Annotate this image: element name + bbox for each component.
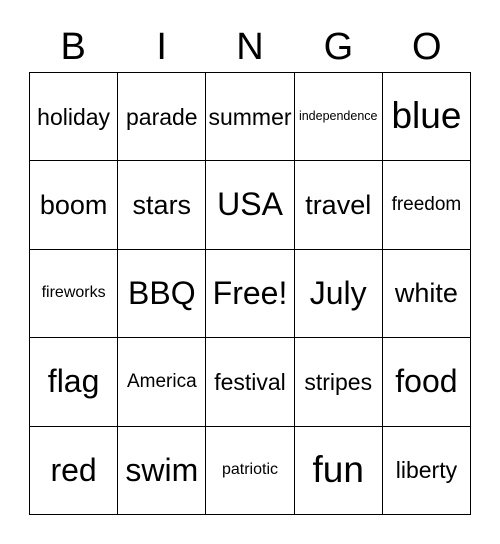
bingo-header-letter-o: O: [412, 26, 442, 68]
bingo-cell-label: liberty: [395, 457, 458, 484]
bingo-cell-label: stars: [132, 189, 192, 220]
bingo-cell-label: festival: [214, 368, 286, 395]
bingo-cell-label: fireworks: [41, 284, 106, 302]
bingo-row-5: red swim patriotic fun liberty: [30, 426, 472, 516]
bingo-cell-label: white: [394, 278, 458, 309]
bingo-cell-b3[interactable]: fireworks: [30, 249, 119, 339]
bingo-header-letter-i: I: [156, 26, 167, 68]
bingo-header-letter-b: B: [60, 26, 86, 68]
bingo-cell-label: stripes: [304, 368, 373, 395]
bingo-cell-b1[interactable]: holiday: [30, 73, 119, 162]
bingo-cell-o2[interactable]: freedom: [382, 161, 472, 250]
bingo-cell-n5[interactable]: patriotic: [206, 426, 295, 516]
bingo-cell-label: food: [395, 363, 458, 400]
bingo-cell-label: summer: [208, 103, 292, 130]
bingo-cell-b5[interactable]: red: [30, 426, 119, 516]
bingo-cell-label: holiday: [37, 103, 111, 130]
bingo-cell-label: parade: [125, 103, 198, 130]
bingo-cell-o4[interactable]: food: [382, 338, 472, 427]
bingo-cell-i1[interactable]: parade: [118, 73, 207, 162]
bingo-row-3: fireworks BBQ Free! July white: [30, 249, 472, 339]
bingo-header-letter-g: G: [323, 26, 354, 68]
bingo-cell-o1[interactable]: blue: [382, 73, 472, 162]
bingo-cell-o3[interactable]: white: [382, 249, 472, 339]
bingo-cell-g4[interactable]: stripes: [294, 338, 383, 427]
bingo-cell-label: patriotic: [221, 460, 279, 478]
bingo-cell-label: blue: [391, 95, 462, 137]
bingo-cell-n4[interactable]: festival: [206, 338, 295, 427]
bingo-cell-label: boom: [39, 189, 108, 220]
bingo-cell-g2[interactable]: travel: [294, 161, 383, 250]
bingo-cell-g1[interactable]: independence: [294, 73, 383, 162]
bingo-row-1: holiday parade summer independence blue: [30, 73, 472, 162]
bingo-cell-n2[interactable]: USA: [206, 161, 295, 250]
bingo-row-2: boom stars USA travel freedom: [30, 161, 472, 250]
bingo-cell-b2[interactable]: boom: [30, 161, 119, 250]
bingo-cell-free-space[interactable]: Free!: [206, 249, 295, 339]
bingo-cell-label: independence: [298, 109, 378, 124]
bingo-cell-g5[interactable]: fun: [294, 426, 383, 516]
bingo-cell-label: fun: [312, 448, 364, 490]
bingo-cell-label: red: [50, 451, 97, 488]
bingo-cell-label: July: [309, 274, 367, 311]
bingo-cell-label: freedom: [391, 194, 462, 216]
bingo-free-space-label: Free!: [212, 274, 288, 311]
bingo-cell-label: BBQ: [128, 274, 196, 311]
bingo-cell-b4[interactable]: flag: [30, 338, 119, 427]
bingo-header-letter-n: N: [236, 26, 264, 68]
bingo-cell-o5[interactable]: liberty: [382, 426, 472, 516]
bingo-cell-label: flag: [47, 363, 100, 400]
bingo-row-4: flag America festival stripes food: [30, 338, 472, 427]
bingo-cell-n1[interactable]: summer: [206, 73, 295, 162]
bingo-cell-i2[interactable]: stars: [118, 161, 207, 250]
bingo-cell-label: USA: [217, 186, 283, 223]
bingo-cell-g3[interactable]: July: [294, 249, 383, 339]
bingo-cell-i3[interactable]: BBQ: [118, 249, 207, 339]
bingo-cell-i4[interactable]: America: [118, 338, 207, 427]
bingo-cell-label: travel: [305, 189, 372, 220]
bingo-cell-label: America: [126, 370, 197, 392]
bingo-header-row: B I N G O: [29, 22, 471, 72]
bingo-cell-i5[interactable]: swim: [118, 426, 207, 516]
bingo-cell-label: swim: [125, 451, 199, 488]
bingo-grid: holiday parade summer independence blue …: [29, 72, 472, 516]
bingo-card: B I N G O holiday parade summer independ…: [0, 0, 500, 544]
